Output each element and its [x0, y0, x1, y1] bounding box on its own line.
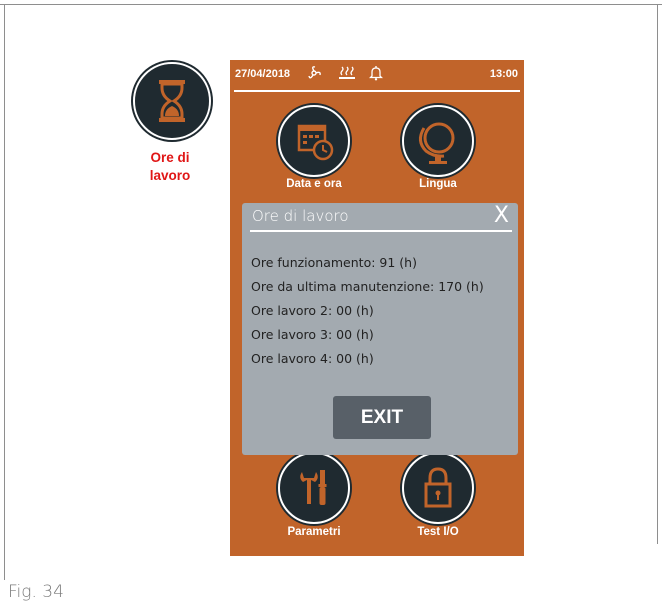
- operating-hours-line: Ore funzionamento: 91 (h): [251, 255, 417, 270]
- device-screen: 27/04/2018 13:00 Data e ora Lingua Param…: [230, 60, 524, 556]
- tools-icon: [300, 470, 327, 505]
- test-io-button[interactable]: [402, 452, 474, 524]
- figure-frame-right: [657, 4, 658, 544]
- date-time-button[interactable]: [278, 105, 350, 177]
- parameters-label: Parametri: [287, 526, 341, 538]
- status-divider: [234, 90, 520, 92]
- dialog-title: Ore di lavoro: [252, 207, 349, 225]
- figure-frame-left: [4, 4, 5, 580]
- figure-frame-top: [0, 4, 662, 5]
- language-button[interactable]: [402, 105, 474, 177]
- language-label: Lingua: [419, 178, 457, 190]
- date-time-label: Data e ora: [286, 178, 342, 190]
- work-hours-3-line: Ore lavoro 3: 00 (h): [251, 327, 374, 342]
- work-hours-dialog: Ore di lavoro X Ore funzionamento: 91 (h…: [242, 203, 518, 455]
- padlock-icon: [424, 467, 452, 508]
- work-hours-2-line: Ore lavoro 2: 00 (h): [251, 303, 374, 318]
- test-io-label: Test I/O: [417, 526, 459, 538]
- calendar-clock-icon: [297, 124, 334, 161]
- fan-icon: [306, 65, 322, 84]
- work-hours-shortcut[interactable]: [133, 62, 211, 140]
- hourglass-icon: [159, 80, 185, 122]
- figure-caption: Fig. 34: [8, 582, 64, 602]
- dialog-close-button[interactable]: X: [494, 203, 509, 228]
- hours-since-maintenance-line: Ore da ultima manutenzione: 170 (h): [251, 279, 484, 294]
- exit-button[interactable]: EXIT: [333, 396, 431, 439]
- status-bar: 27/04/2018 13:00: [230, 60, 524, 88]
- work-hours-4-line: Ore lavoro 4: 00 (h): [251, 351, 374, 366]
- work-hours-shortcut-label: Ore di lavoro: [149, 150, 191, 183]
- status-date: 27/04/2018: [235, 68, 291, 80]
- globe-icon: [419, 122, 455, 164]
- dialog-divider: [250, 230, 512, 232]
- bell-icon: [368, 65, 384, 84]
- status-time: 13:00: [489, 68, 518, 80]
- parameters-button[interactable]: [278, 452, 350, 524]
- heating-waves-icon: [338, 65, 356, 84]
